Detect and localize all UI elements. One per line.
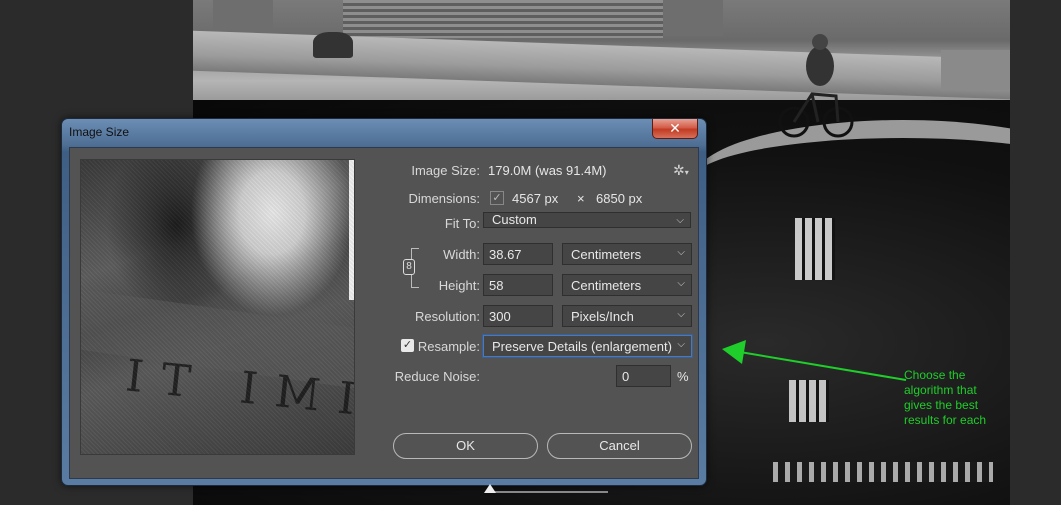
image-size-label: Image Size: xyxy=(411,163,480,178)
fit-to-select[interactable]: Custom ⌵ xyxy=(483,212,691,228)
width-unit-value: Centimeters xyxy=(571,247,642,262)
reduce-noise-slider-track[interactable] xyxy=(490,491,608,493)
image-preview[interactable]: IMI TI xyxy=(80,159,355,455)
height-unit-value: Centimeters xyxy=(571,278,642,293)
width-unit-select[interactable]: Centimeters ⌵ xyxy=(562,243,692,265)
close-icon: ✕ xyxy=(669,120,681,136)
dimensions-label: Dimensions: xyxy=(408,191,480,206)
image-size-dialog: Image Size ✕ IMI TI Image Size: 179.0M (… xyxy=(61,118,707,493)
photo-window xyxy=(795,218,835,280)
photo-cyclist xyxy=(778,34,854,138)
fit-to-value: Custom xyxy=(492,212,537,227)
chevron-down-icon: ⌵ xyxy=(677,309,685,320)
preview-grain xyxy=(81,160,354,454)
reduce-noise-input[interactable] xyxy=(616,365,671,387)
width-input[interactable] xyxy=(483,243,553,265)
dimensions-width-value: 4567 px xyxy=(512,191,559,206)
resolution-unit-select[interactable]: Pixels/Inch ⌵ xyxy=(562,305,692,327)
photo-people xyxy=(313,32,353,58)
fit-to-label: Fit To: xyxy=(444,216,480,231)
width-label: Width: xyxy=(443,247,480,262)
ok-button[interactable]: OK xyxy=(393,433,538,459)
height-label: Height: xyxy=(438,278,480,293)
dialog-client: IMI TI Image Size: 179.0M (was 91.4M) ✲▾… xyxy=(69,147,699,493)
checkmark-icon: ✓ xyxy=(492,192,502,204)
resample-label: Resample: xyxy=(417,339,480,354)
dialog-titlebar[interactable]: Image Size ✕ xyxy=(62,119,706,145)
resolution-label: Resolution: xyxy=(414,309,480,324)
image-size-value: 179.0M (was 91.4M) xyxy=(488,163,607,178)
resolution-input[interactable] xyxy=(483,305,553,327)
photo-steps xyxy=(343,0,663,38)
reduce-noise-slider-thumb[interactable] xyxy=(484,484,496,493)
photo-pillar xyxy=(663,0,723,36)
photo-balustrade xyxy=(773,462,993,482)
height-unit-select[interactable]: Centimeters ⌵ xyxy=(562,274,692,296)
chevron-down-icon: ⌵ xyxy=(677,247,685,258)
resample-method-select[interactable]: Preserve Details (enlargement) ⌵ xyxy=(483,335,692,357)
cancel-button[interactable]: Cancel xyxy=(547,433,692,459)
annotation-arrow-icon xyxy=(722,340,907,381)
resample-method-value: Preserve Details (enlargement) xyxy=(492,339,672,354)
annotation-text: Choose the algorithm that gives the best… xyxy=(904,368,987,427)
reduce-noise-unit: % xyxy=(677,369,689,384)
photo-graffiti-wall xyxy=(941,50,1010,90)
height-input[interactable] xyxy=(483,274,553,296)
chevron-down-icon: ⌵ xyxy=(677,278,685,289)
gear-icon[interactable]: ✲▾ xyxy=(673,162,689,179)
dimensions-units-toggle[interactable]: ✓ xyxy=(490,191,504,205)
resolution-unit-value: Pixels/Inch xyxy=(571,309,634,324)
chevron-down-icon: ⌵ xyxy=(677,339,685,350)
photo-pillar xyxy=(213,0,273,36)
dimensions-times: × xyxy=(577,191,585,206)
reduce-noise-label: Reduce Noise: xyxy=(394,369,480,384)
chevron-down-icon: ⌵ xyxy=(676,215,684,226)
dialog-title: Image Size xyxy=(69,125,130,139)
close-button[interactable]: ✕ xyxy=(652,119,698,139)
dimensions-height-value: 6850 px xyxy=(596,191,643,206)
